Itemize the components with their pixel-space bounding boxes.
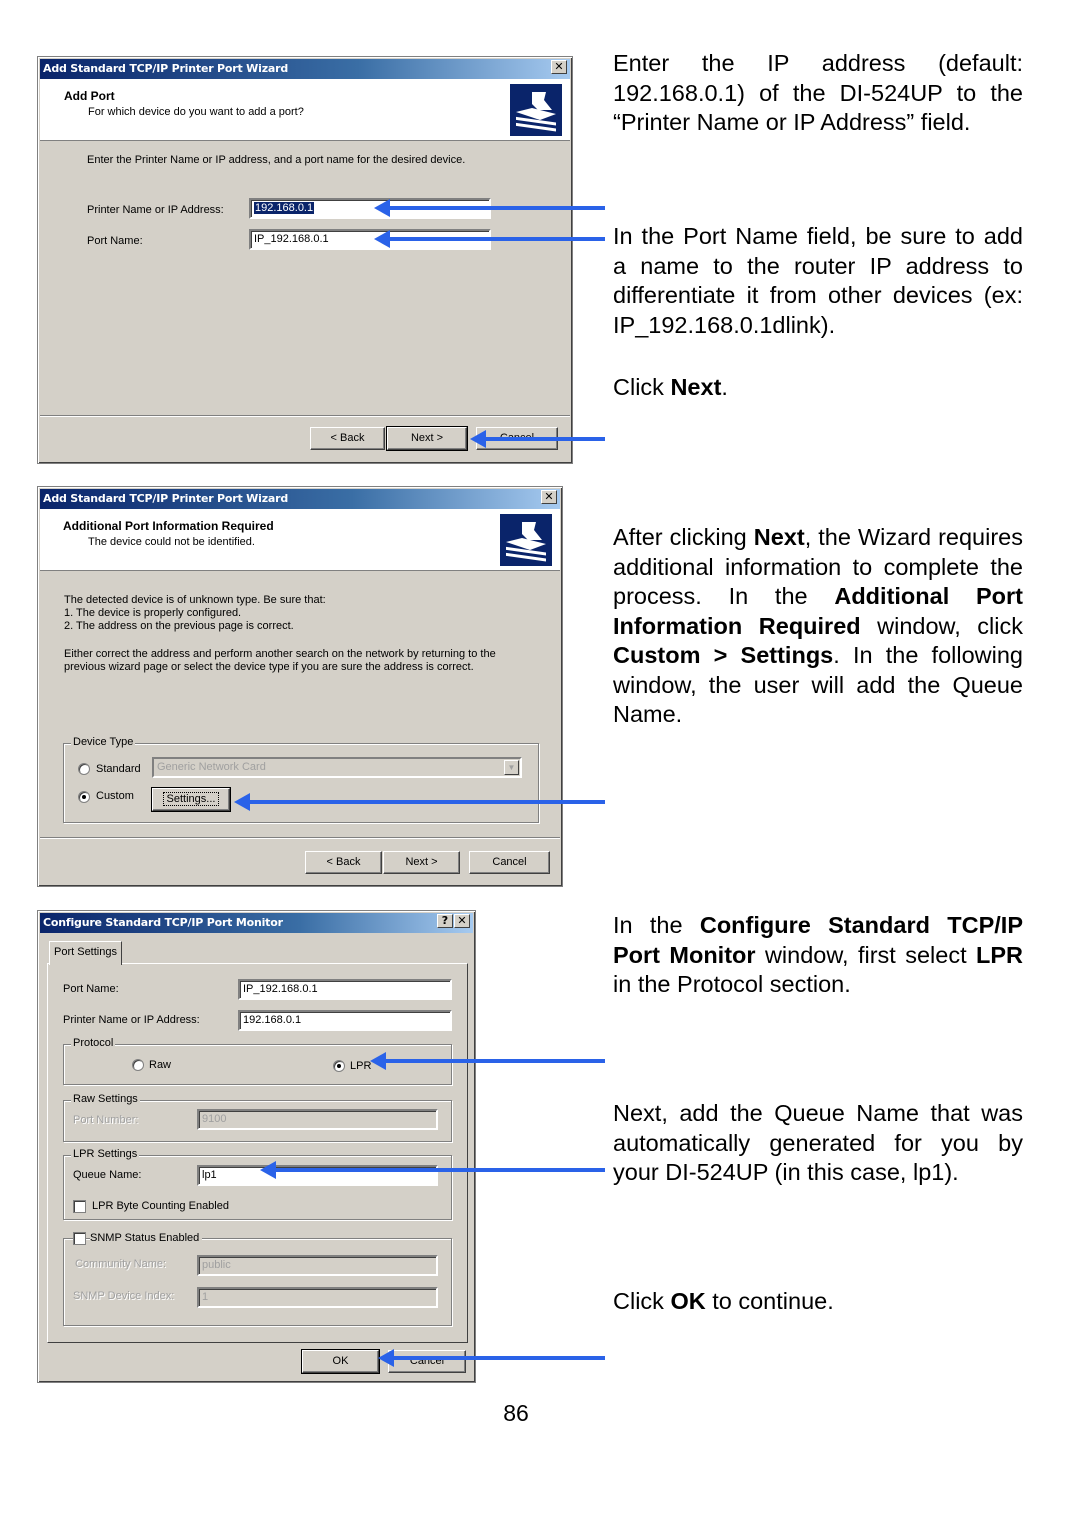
- snmp-checkbox[interactable]: [73, 1232, 86, 1245]
- raw-label: Raw: [149, 1059, 172, 1071]
- arrow-to-port-name: [374, 230, 605, 248]
- lpr-settings-label: LPR Settings: [71, 1148, 140, 1160]
- instruction-queue-name: Next, add the Queue Name that was automa…: [613, 1100, 1023, 1185]
- cancel-button[interactable]: Cancel: [388, 1350, 466, 1373]
- next-button[interactable]: Next >: [386, 426, 468, 451]
- arrow-to-ok-button: [378, 1349, 605, 1367]
- arrow-to-queue-name: [260, 1161, 605, 1179]
- device-index-input[interactable]: 1: [197, 1287, 438, 1308]
- additional-port-info-dialog: Add Standard TCP/IP Printer Port Wizard …: [37, 486, 563, 887]
- close-icon[interactable]: ✕: [541, 490, 557, 504]
- add-port-wizard-dialog: Add Standard TCP/IP Printer Port Wizard …: [37, 56, 573, 464]
- port-number-input[interactable]: 9100: [197, 1109, 438, 1130]
- port-monitor-dialog: Configure Standard TCP/IP Port Monitor ?…: [37, 910, 476, 1383]
- port-name-label: Port Name:: [87, 235, 143, 247]
- raw-radio[interactable]: [132, 1059, 144, 1071]
- snmp-label: SNMP Status Enabled: [90, 1232, 203, 1244]
- body-line-1: The detected device is of unknown type. …: [64, 594, 326, 606]
- standard-device-select[interactable]: Generic Network Card ▼: [152, 757, 522, 778]
- device-type-group: Device Type: [63, 736, 539, 823]
- back-button[interactable]: < Back: [305, 851, 382, 874]
- body-line-3: 2. The address on the previous page is c…: [64, 620, 294, 632]
- dialog-title: Configure Standard TCP/IP Port Monitor: [43, 916, 283, 929]
- arrow-to-lpr-radio: [370, 1052, 605, 1070]
- divider: [40, 837, 560, 839]
- queue-name-label: Queue Name:: [73, 1169, 142, 1181]
- instruction-click-next: Click Next.: [613, 374, 728, 400]
- printer-address-label: Printer Name or IP Address:: [87, 204, 224, 216]
- header-title: Additional Port Information Required: [63, 519, 274, 533]
- community-name-input[interactable]: public: [197, 1255, 438, 1276]
- arrow-to-printer-address: [374, 199, 605, 217]
- device-type-label: Device Type: [71, 736, 136, 748]
- instruction-click-ok: Click OK to continue.: [613, 1288, 834, 1314]
- standard-label: Standard: [96, 763, 141, 775]
- protocol-group: Protocol: [63, 1037, 452, 1085]
- dialog-titlebar: Add Standard TCP/IP Printer Port Wizard: [40, 59, 570, 79]
- body-line-4: Either correct the address and perform a…: [64, 648, 496, 660]
- snmp-group: [63, 1238, 452, 1326]
- raw-settings-label: Raw Settings: [71, 1093, 140, 1105]
- custom-radio[interactable]: [78, 791, 90, 803]
- byte-counting-label: LPR Byte Counting Enabled: [92, 1200, 229, 1212]
- dialog-title: Add Standard TCP/IP Printer Port Wizard: [43, 62, 289, 75]
- dialog-title: Add Standard TCP/IP Printer Port Wizard: [43, 492, 289, 505]
- tab-port-settings[interactable]: Port Settings: [49, 941, 122, 965]
- port-number-label: Port Number:: [73, 1114, 139, 1126]
- next-button[interactable]: Next >: [383, 851, 460, 874]
- ok-button[interactable]: OK: [301, 1349, 380, 1374]
- close-icon[interactable]: ✕: [454, 914, 470, 928]
- community-name-label: Community Name:: [75, 1258, 167, 1270]
- divider: [40, 415, 570, 417]
- protocol-label: Protocol: [71, 1037, 116, 1049]
- printer-address-label: Printer Name or IP Address:: [63, 1014, 200, 1026]
- header-title: Add Port: [64, 89, 115, 103]
- port-name-label: Port Name:: [63, 983, 119, 995]
- instruction-text: Enter the Printer Name or IP address, an…: [87, 154, 466, 166]
- wizard-header: Additional Port Information Required The…: [40, 509, 560, 571]
- printer-address-input[interactable]: 192.168.0.1: [238, 1010, 452, 1031]
- arrow-to-next-button: [470, 430, 605, 448]
- printer-icon: [510, 84, 562, 136]
- byte-counting-checkbox[interactable]: [73, 1200, 86, 1213]
- arrow-to-settings-button: [234, 793, 605, 811]
- close-icon[interactable]: ✕: [551, 60, 567, 74]
- help-icon[interactable]: ?: [437, 914, 453, 928]
- dialog-titlebar: Configure Standard TCP/IP Port Monitor: [40, 913, 473, 933]
- instruction-enter-ip: Enter the IP address (default: 192.168.0…: [613, 50, 1023, 135]
- lpr-label: LPR: [350, 1060, 372, 1072]
- lpr-radio[interactable]: [333, 1060, 345, 1072]
- back-button[interactable]: < Back: [310, 427, 385, 450]
- page-number: 86: [503, 1400, 529, 1426]
- instruction-select-lpr: In the Configure Standard TCP/IP Port Mo…: [613, 912, 1023, 997]
- printer-icon: [500, 514, 552, 566]
- body-line-2: 1. The device is properly configured.: [64, 607, 242, 619]
- standard-radio[interactable]: [78, 763, 90, 775]
- port-name-input[interactable]: IP_192.168.0.1: [238, 979, 452, 1000]
- device-index-label: SNMP Device Index:: [73, 1290, 175, 1302]
- custom-label: Custom: [96, 790, 134, 802]
- dialog-titlebar: Add Standard TCP/IP Printer Port Wizard: [40, 489, 560, 509]
- cancel-button[interactable]: Cancel: [469, 851, 550, 874]
- header-subtitle: For which device do you want to add a po…: [88, 106, 304, 118]
- instruction-additional-info: After clicking Next, the Wizard requires…: [613, 524, 1023, 727]
- chevron-down-icon[interactable]: ▼: [504, 760, 519, 775]
- settings-button[interactable]: Settings...: [151, 787, 231, 812]
- wizard-header: Add Port For which device do you want to…: [40, 79, 570, 141]
- instruction-port-name: In the Port Name field, be sure to add a…: [613, 223, 1023, 338]
- header-subtitle: The device could not be identified.: [88, 536, 255, 548]
- body-line-5: previous wizard page or select the devic…: [64, 661, 474, 673]
